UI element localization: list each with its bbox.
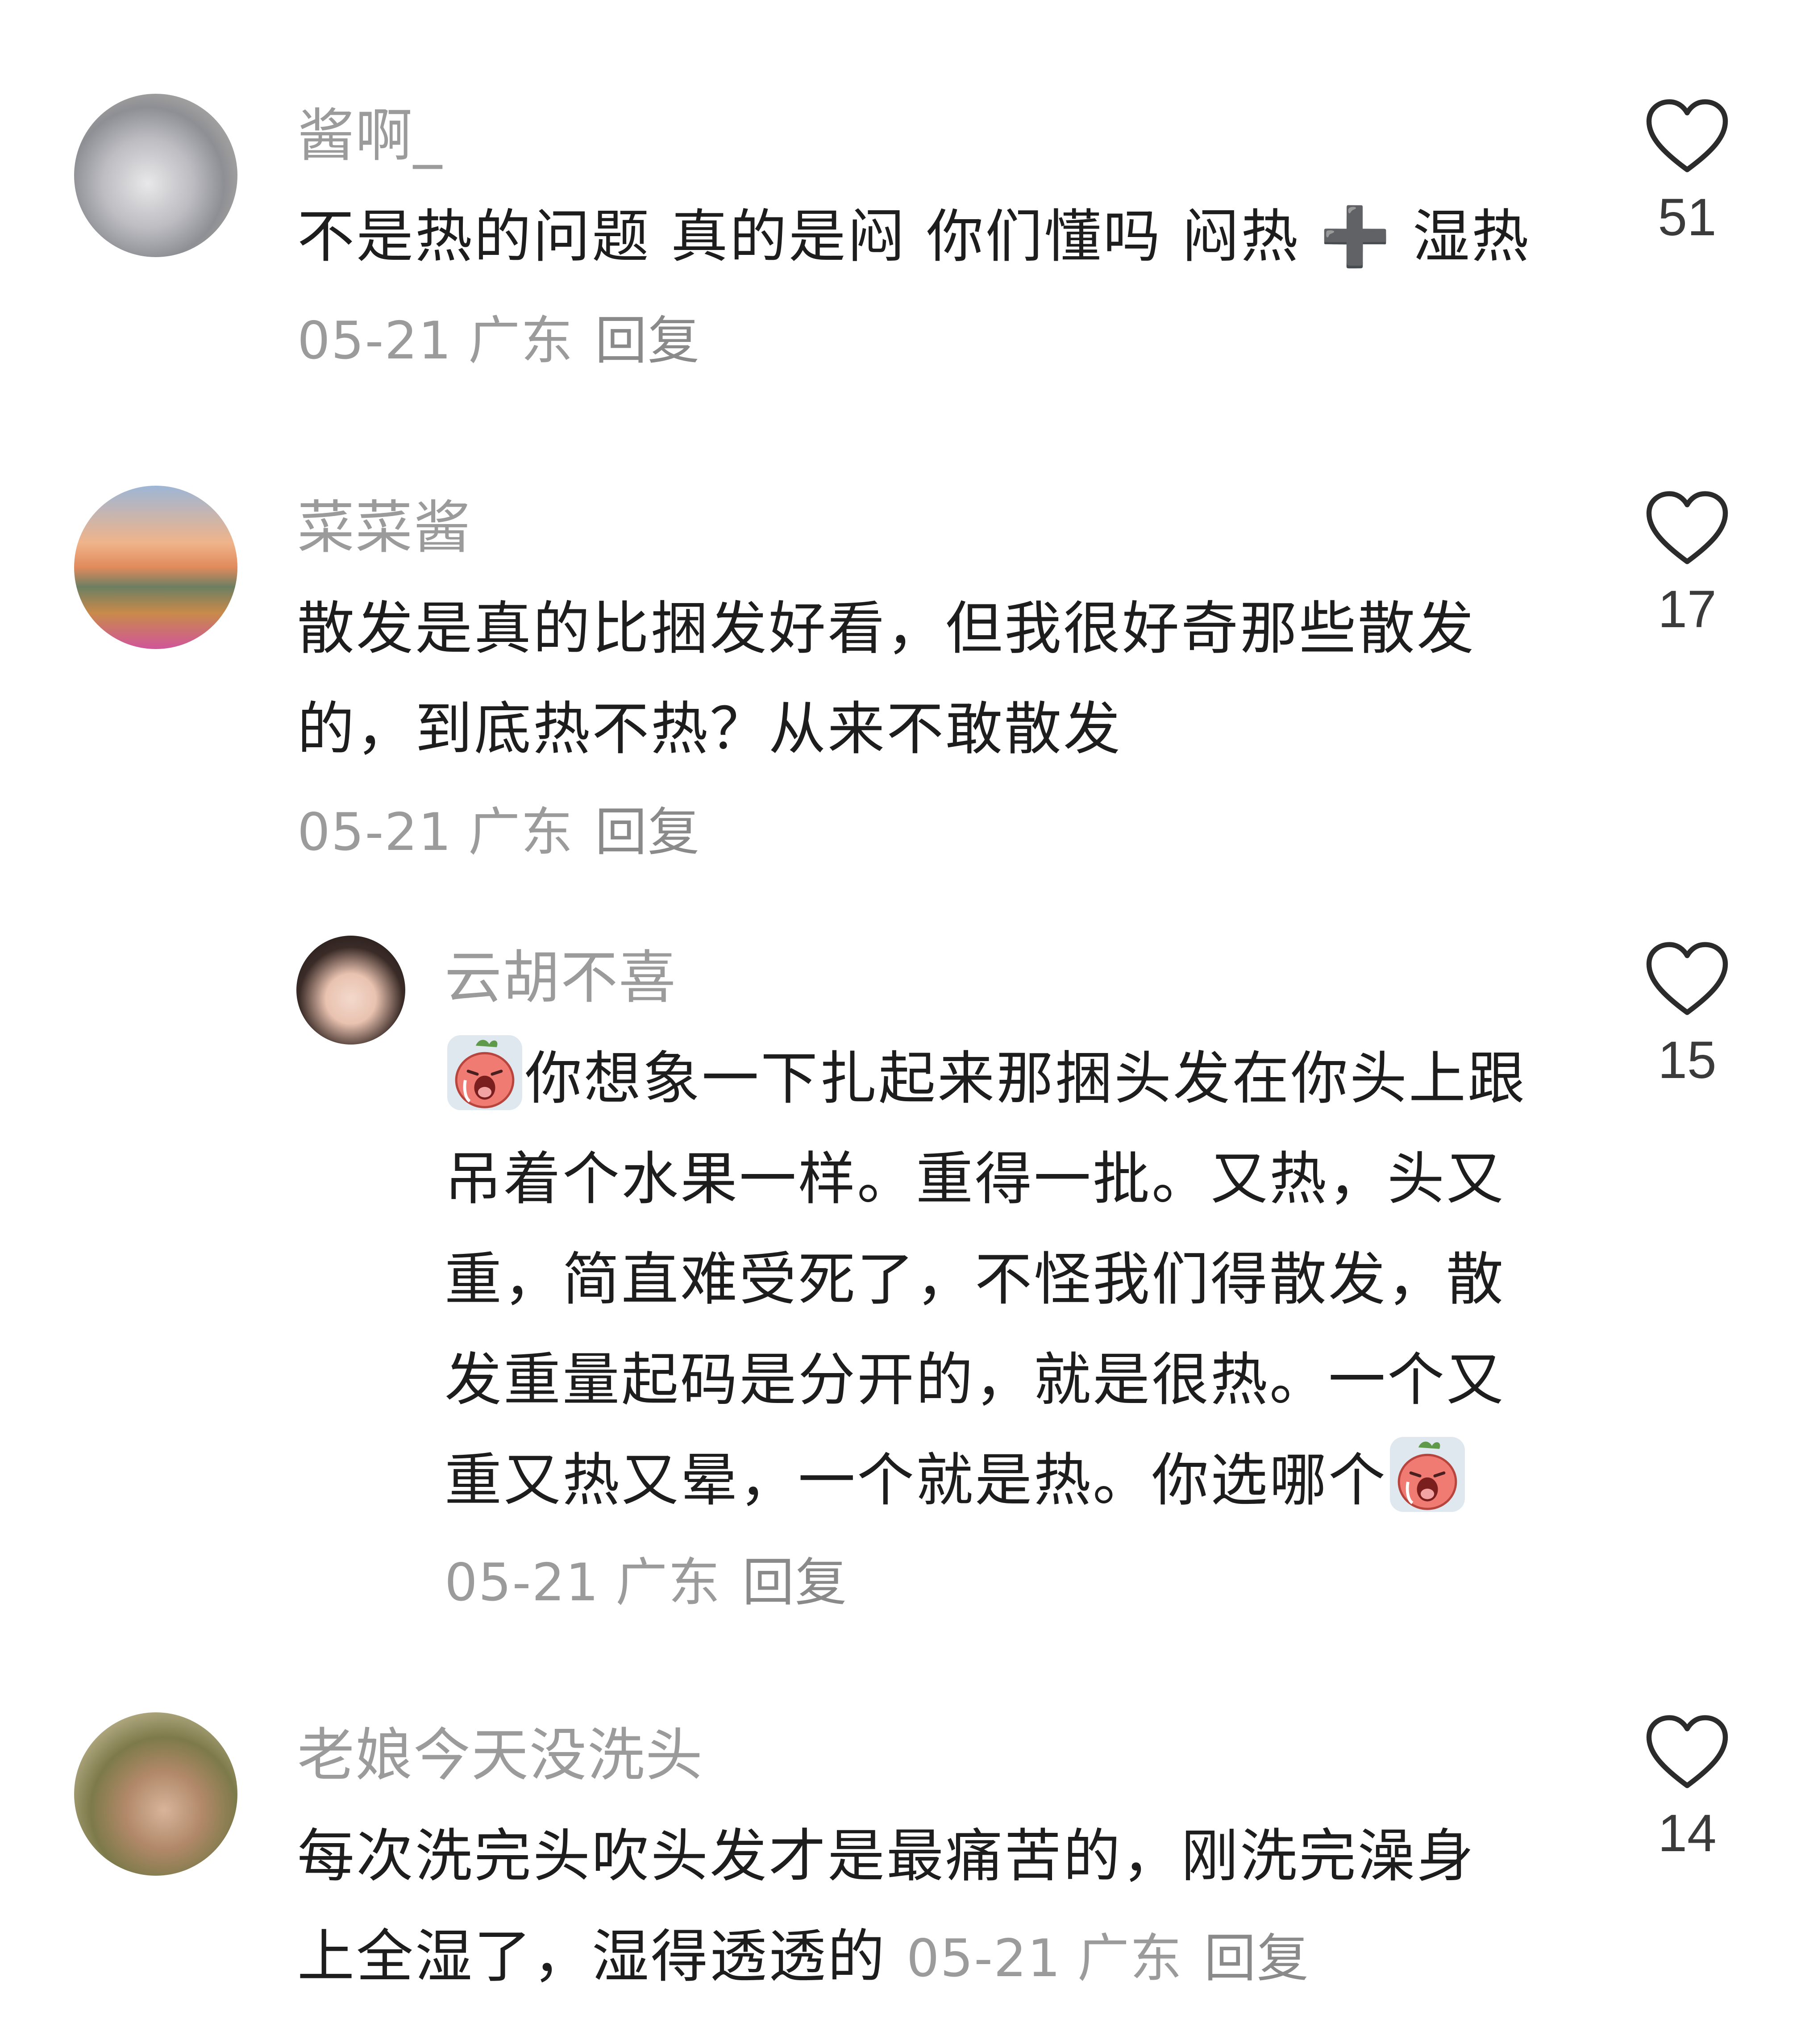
comment-text-block: 不是热的问题 真的是闷 你们懂吗 闷热 ➕ 湿热 05-21 广东 回复: [297, 187, 1547, 391]
heart-outline-icon[interactable]: [1645, 490, 1730, 567]
like-count: 17: [1658, 580, 1717, 639]
heart-outline-icon[interactable]: [1645, 98, 1730, 175]
comment-location: 广东: [468, 311, 574, 371]
comment-date: 05-21: [906, 1928, 1061, 1989]
reply-button[interactable]: 回复: [595, 802, 700, 862]
comment-author[interactable]: 老娘今天没洗头: [297, 1722, 703, 1789]
like-control[interactable]: 14: [1629, 1714, 1745, 1867]
like-control[interactable]: 17: [1629, 490, 1745, 643]
comment-text: 不是热的问题 真的是闷 你们懂吗 闷热 ➕ 湿热: [297, 204, 1531, 270]
like-count: 15: [1658, 1031, 1717, 1090]
comment-author[interactable]: 菜菜酱: [297, 495, 471, 562]
heart-outline-icon[interactable]: [1645, 1714, 1730, 1791]
comment-meta: 05-21 广东 回复: [907, 1928, 1310, 1989]
reply-button[interactable]: 回复: [1204, 1928, 1310, 1989]
comment-author[interactable]: 酱啊_: [297, 103, 443, 170]
comment-date: 05-21: [297, 802, 453, 862]
heart-outline-icon[interactable]: [1645, 941, 1730, 1018]
comment-meta: 05-21 广东 回复: [297, 782, 1525, 883]
comment-location: 广东: [616, 1553, 721, 1613]
like-count: 14: [1658, 1804, 1717, 1863]
comment-text: 你想象一下扎起来那捆头发在你头上跟吊着个水果一样。重得一批。又热，头又重，简直难…: [445, 1045, 1527, 1514]
avatar[interactable]: [74, 1712, 237, 1876]
avatar[interactable]: [74, 486, 237, 649]
comment-text: 散发是真的比捆发好看，但我很好奇那些散发的，到底热不热？从来不敢散发: [297, 595, 1476, 762]
comment-author[interactable]: 云胡不喜: [445, 945, 677, 1012]
comment-meta: 05-21 广东 回复: [445, 1553, 848, 1613]
comment-text-block: 你想象一下扎起来那捆头发在你头上跟吊着个水果一样。重得一批。又热，头又重，简直难…: [445, 1028, 1560, 1633]
reply-button[interactable]: 回复: [595, 311, 700, 371]
comment-meta: 05-21 广东 回复: [297, 311, 700, 371]
avatar[interactable]: [296, 936, 405, 1045]
comment-location: 广东: [1077, 1928, 1183, 1989]
crying-face-emoji-icon: [1390, 1436, 1465, 1512]
like-control[interactable]: 51: [1629, 98, 1745, 251]
reply-button[interactable]: 回复: [742, 1553, 848, 1613]
comment-date: 05-21: [297, 311, 453, 371]
like-count: 51: [1658, 188, 1717, 247]
comment-text-block: 每次洗完头吹头发才是最痛苦的，刚洗完澡身上全湿了，湿得透透的 05-21 广东 回复: [297, 1806, 1525, 2009]
like-control[interactable]: 15: [1629, 941, 1745, 1094]
comment-date: 05-21: [445, 1553, 600, 1613]
comment-location: 广东: [468, 802, 574, 862]
avatar[interactable]: [74, 94, 237, 257]
crying-face-emoji-icon: [447, 1035, 522, 1111]
